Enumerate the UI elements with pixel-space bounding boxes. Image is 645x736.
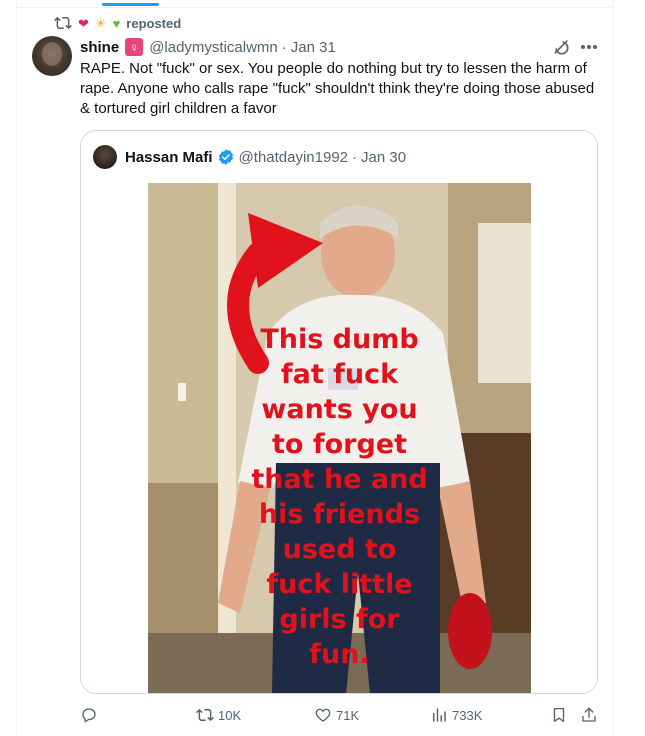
timeline-border-right [613, 0, 614, 736]
repost-button[interactable]: 10K [196, 706, 241, 724]
author-handle[interactable]: @ladymysticalwmn [149, 39, 278, 56]
tweet-action-bar: 10K 71K 733K [80, 706, 605, 726]
reply-button[interactable] [80, 706, 102, 724]
view-count: 733K [452, 707, 483, 723]
overlay-line: that he and [251, 464, 428, 495]
repost-context[interactable]: ❤ ☀ ♥ reposted [54, 14, 181, 32]
quoted-author-display-name: Hassan Mafi [125, 148, 213, 166]
bookmark-icon [553, 707, 565, 723]
sun-emoji: ☀ [94, 15, 107, 31]
verified-badge-icon [218, 149, 233, 165]
bookmark-button[interactable] [550, 706, 568, 724]
like-button[interactable]: 71K [314, 706, 359, 724]
overlay-line: his friends [258, 499, 421, 530]
overlay-line: girls for [279, 604, 400, 635]
quoted-tweet-card[interactable]: Hassan Mafi @thatdayin1992 · Jan 30 This… [80, 130, 598, 694]
reply-icon [82, 708, 96, 723]
overlay-line: fuck little [266, 569, 413, 600]
green-heart-emoji: ♥ [112, 15, 121, 31]
image-overlay-text: This dumb fat fuck wants you to forget t… [148, 183, 531, 693]
overlay-line: fun. [309, 639, 370, 670]
quoted-author-avatar [93, 145, 117, 169]
quoted-author-row: Hassan Mafi @thatdayin1992 · Jan 30 [93, 145, 406, 169]
overlay-line: This dumb [260, 324, 419, 355]
quoted-tweet-image[interactable]: This dumb fat fuck wants you to forget t… [148, 183, 531, 693]
share-button[interactable] [580, 706, 598, 724]
timeline-border-left [16, 0, 17, 736]
overlay-line: fat fuck [280, 359, 399, 390]
overlay-line: to forget [271, 429, 407, 460]
tweet-author-row: shine ♀ @ladymysticalwmn · Jan 31 [80, 38, 605, 56]
top-divider [16, 0, 613, 8]
like-count: 71K [336, 707, 360, 723]
author-avatar[interactable] [32, 36, 72, 76]
repost-label: reposted [126, 15, 182, 31]
repost-icon [196, 708, 214, 722]
views-button[interactable]: 733K [430, 706, 482, 724]
heart-icon [315, 708, 331, 722]
active-tab-indicator [102, 3, 159, 6]
quoted-tweet-date: Jan 30 [361, 148, 407, 166]
red-heart-emoji: ❤ [78, 15, 89, 31]
repost-icon [54, 16, 72, 30]
more-options-icon[interactable] [580, 40, 598, 54]
overlay-line: wants you [261, 394, 418, 425]
repost-count: 10K [218, 707, 242, 723]
female-sign-emoji: ♀ [125, 38, 144, 56]
tweet-date[interactable]: Jan 31 [291, 39, 336, 56]
share-icon [582, 707, 596, 722]
views-chart-icon [433, 708, 446, 722]
overlay-line: used to [282, 534, 397, 565]
quoted-separator-dot: · [352, 148, 358, 166]
tweet-text: RAPE. Not "fuck" or sex. You people do n… [80, 60, 595, 117]
quoted-author-handle: @thatdayin1992 [238, 148, 349, 166]
separator-dot: · [281, 38, 287, 56]
grok-icon[interactable] [551, 37, 571, 57]
author-display-name[interactable]: shine [80, 39, 119, 56]
